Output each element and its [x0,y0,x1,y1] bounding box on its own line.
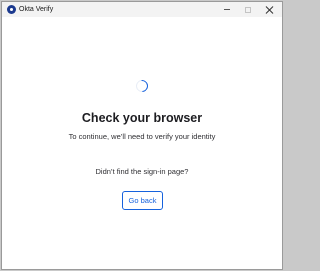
okta-verify-icon [7,5,16,14]
page-title: Check your browser [81,111,203,125]
window-title: Okta Verify [19,6,54,13]
close-icon [266,6,274,14]
minimize-button[interactable] [216,2,237,17]
title-bar[interactable]: Okta Verify [2,2,282,17]
close-button[interactable] [259,2,280,17]
loading-spinner-icon [133,77,151,95]
help-text: Didn’t find the sign-in page? [95,167,189,176]
go-back-button[interactable]: Go back [122,191,163,210]
maximize-icon [244,6,251,13]
minimize-icon [223,9,230,10]
app-window: Okta Verify Check your browser To contin… [1,1,283,270]
subtitle-text: To continue, we’ll need to verify your i… [68,132,216,141]
maximize-button[interactable] [237,2,258,17]
